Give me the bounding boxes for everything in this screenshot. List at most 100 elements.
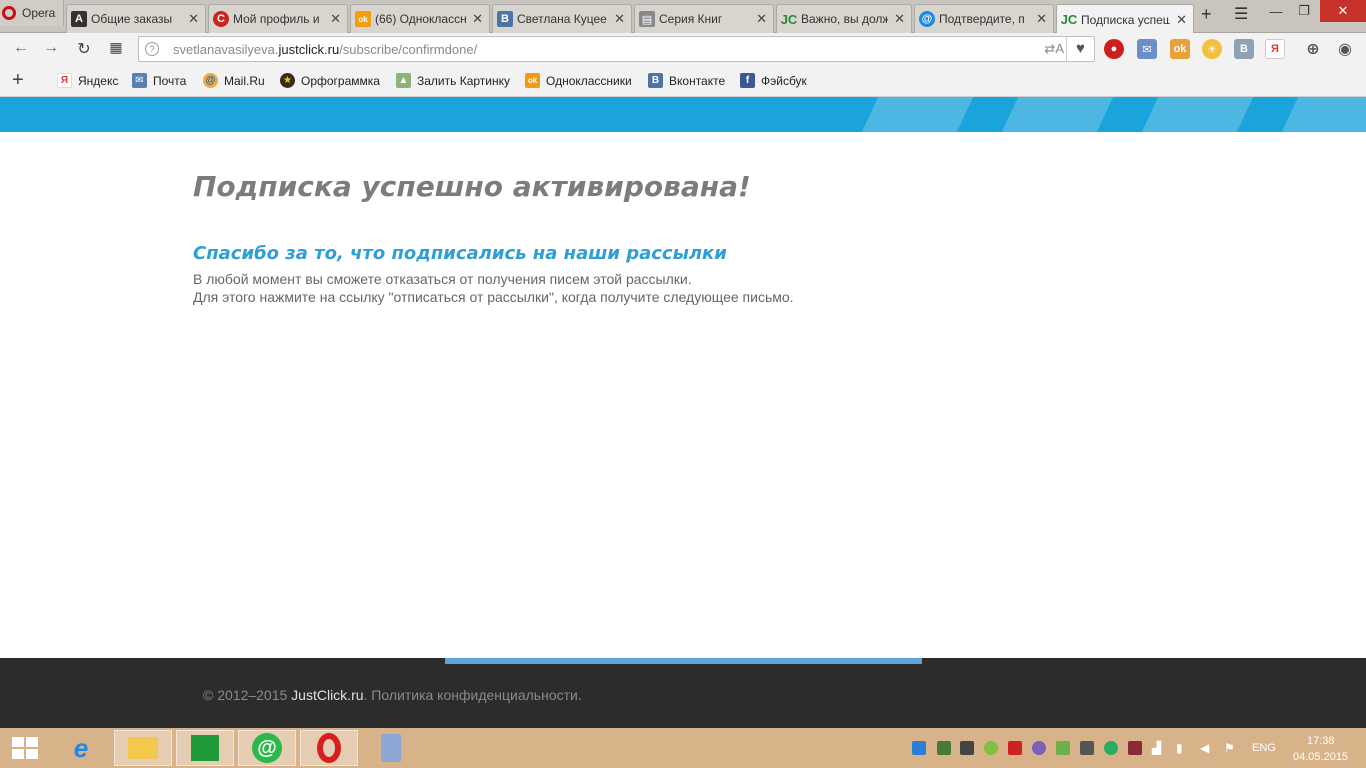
- tray-volume-icon[interactable]: ◀: [1200, 741, 1214, 755]
- opera-menu-button[interactable]: Opera: [0, 0, 64, 26]
- tab-bar: Opera A Общие заказы ✕ С Мой профиль и ✕…: [0, 0, 1366, 34]
- calculator-icon[interactable]: [362, 730, 420, 766]
- vk-notifier-icon[interactable]: B: [1234, 39, 1254, 59]
- back-arrow-icon[interactable]: ←: [10, 39, 32, 57]
- bookmark-odnoklassniki[interactable]: ok Одноклассники: [525, 73, 632, 88]
- tray-printer-icon[interactable]: [960, 741, 974, 755]
- weather-icon[interactable]: ☀: [1202, 39, 1222, 59]
- tab-6[interactable]: JC Важно, вы долж ✕: [776, 4, 912, 33]
- tab-3[interactable]: ok (66) Одноклассн ✕: [350, 4, 490, 33]
- vk-icon: B: [648, 73, 663, 88]
- speed-dial-grid-icon[interactable]: ▦: [105, 39, 127, 56]
- tab-title: Мой профиль и: [233, 12, 320, 26]
- tab-title: Подписка успеш: [1081, 12, 1171, 27]
- bookmark-orfogrammka[interactable]: ★ Орфограммка: [280, 73, 380, 88]
- justclick-link[interactable]: JustClick.ru: [291, 687, 363, 703]
- tab-close-icon[interactable]: ✕: [1176, 12, 1187, 28]
- bookmark-pochta[interactable]: ✉ Почта: [132, 73, 186, 88]
- tab-1[interactable]: A Общие заказы ✕: [66, 4, 206, 33]
- tab-4[interactable]: B Светлана Куцее ✕: [492, 4, 632, 33]
- tray-antivirus-icon[interactable]: [1128, 741, 1142, 755]
- info-line-2: Для этого нажмите на ссылку "отписаться …: [193, 289, 794, 305]
- windows-start-icon[interactable]: [12, 737, 38, 759]
- tray-battery-icon[interactable]: ▮: [1176, 741, 1190, 755]
- address-field[interactable]: ? svetlanavasilyeva.justclick.ru/subscri…: [138, 36, 1095, 62]
- tab-2[interactable]: С Мой профиль и ✕: [208, 4, 348, 33]
- forward-arrow-icon[interactable]: →: [40, 39, 62, 57]
- translate-icon[interactable]: ⇄A: [1044, 41, 1064, 57]
- bookmark-yandex[interactable]: Я Яндекс: [57, 73, 118, 88]
- mailru-icon: @: [203, 73, 218, 88]
- tab-favicon-icon: A: [71, 11, 87, 27]
- user-profile-icon[interactable]: ◉: [1335, 39, 1355, 59]
- footer-copyright: © 2012–2015 JustClick.ru. Политика конфи…: [203, 687, 582, 703]
- mail-icon[interactable]: ✉: [1137, 39, 1157, 59]
- star-icon: ★: [280, 73, 295, 88]
- confirmation-content: Подписка успешно активирована! Спасибо з…: [193, 170, 794, 306]
- privacy-policy-link[interactable]: . Политика конфиденциальности.: [364, 687, 582, 703]
- tab-close-icon[interactable]: ✕: [188, 11, 199, 27]
- minimize-icon[interactable]: —: [1262, 0, 1290, 22]
- tray-signal-icon[interactable]: ▟: [1152, 741, 1166, 755]
- tab-title: Светлана Куцее: [517, 12, 607, 26]
- ok-notifier-icon[interactable]: ok: [1170, 39, 1190, 59]
- tray-chat-icon[interactable]: [1104, 741, 1118, 755]
- tray-sync-icon[interactable]: [984, 741, 998, 755]
- tab-8-active[interactable]: JC Подписка успеш ✕: [1056, 4, 1194, 34]
- internet-explorer-icon[interactable]: e: [52, 730, 110, 766]
- yandex-icon[interactable]: Я: [1265, 39, 1285, 59]
- bookmark-zalit-kartinku[interactable]: ▲ Залить Картинку: [396, 73, 510, 88]
- facebook-icon: f: [740, 73, 755, 88]
- site-info-icon[interactable]: ?: [145, 42, 159, 56]
- reload-icon[interactable]: ↻: [73, 39, 95, 59]
- page-title: Подписка успешно активирована!: [193, 170, 751, 203]
- opera-logo-icon: [2, 6, 16, 20]
- bookmark-mailru[interactable]: @ Mail.Ru: [203, 73, 265, 88]
- tab-5[interactable]: ▤ Серия Книг ✕: [634, 4, 774, 33]
- clock-date[interactable]: 04.05.2015: [1293, 751, 1348, 763]
- bookmark-facebook[interactable]: f Фэйсбук: [740, 73, 807, 88]
- download-icon[interactable]: ⊕: [1303, 39, 1323, 59]
- new-tab-button[interactable]: +: [1201, 4, 1212, 25]
- url-text[interactable]: svetlanavasilyeva.justclick.ru/subscribe…: [173, 42, 477, 57]
- restore-icon[interactable]: ❐: [1290, 0, 1318, 22]
- bookmark-label: Яндекс: [78, 73, 119, 88]
- bookmark-label: Почта: [153, 73, 187, 88]
- footer-accent-bar: [445, 658, 922, 664]
- windows-store-icon[interactable]: [176, 730, 234, 766]
- clock-time[interactable]: 17:38: [1307, 735, 1335, 747]
- tray-shield-icon[interactable]: [1008, 741, 1022, 755]
- bookmark-label: Фэйсбук: [761, 73, 807, 88]
- tab-menu-icon[interactable]: ☰: [1234, 4, 1248, 24]
- tab-close-icon[interactable]: ✕: [472, 11, 483, 27]
- tab-close-icon[interactable]: ✕: [756, 11, 767, 27]
- add-bookmark-icon[interactable]: +: [12, 69, 24, 92]
- tab-close-icon[interactable]: ✕: [1036, 11, 1047, 27]
- file-explorer-icon[interactable]: [114, 730, 172, 766]
- window-close-icon[interactable]: ✕: [1320, 0, 1366, 22]
- tray-torrent-icon[interactable]: [1056, 741, 1070, 755]
- tray-monitor-icon[interactable]: [1080, 741, 1094, 755]
- tab-close-icon[interactable]: ✕: [330, 11, 341, 27]
- tray-green-app-icon[interactable]: [937, 741, 951, 755]
- bookmark-heart-icon[interactable]: ♥: [1066, 37, 1094, 61]
- mail-agent-icon[interactable]: @: [238, 730, 296, 766]
- bookmark-label: Mail.Ru: [224, 73, 265, 88]
- tab-7[interactable]: @ Подтвердите, п ✕: [914, 4, 1054, 33]
- info-line-1: В любой момент вы сможете отказаться от …: [193, 271, 692, 287]
- tray-network-app-icon[interactable]: [912, 741, 926, 755]
- tray-flag-icon[interactable]: ⚑: [1224, 741, 1238, 755]
- adblock-icon[interactable]: ●: [1104, 39, 1124, 59]
- tab-title: Важно, вы долж: [801, 12, 889, 26]
- tray-viber-icon[interactable]: [1032, 741, 1046, 755]
- tab-close-icon[interactable]: ✕: [894, 11, 905, 27]
- tab-title: (66) Одноклассн: [375, 12, 467, 26]
- bookmark-label: Вконтакте: [669, 73, 726, 88]
- bookmark-vkontakte[interactable]: B Вконтакте: [648, 73, 725, 88]
- tab-close-icon[interactable]: ✕: [614, 11, 625, 27]
- language-indicator[interactable]: ENG: [1252, 742, 1276, 754]
- opera-taskbar-icon[interactable]: [300, 730, 358, 766]
- yandex-icon: Я: [57, 73, 72, 88]
- opera-menu-label: Opera: [22, 6, 56, 20]
- tab-favicon-icon: ▤: [639, 11, 655, 27]
